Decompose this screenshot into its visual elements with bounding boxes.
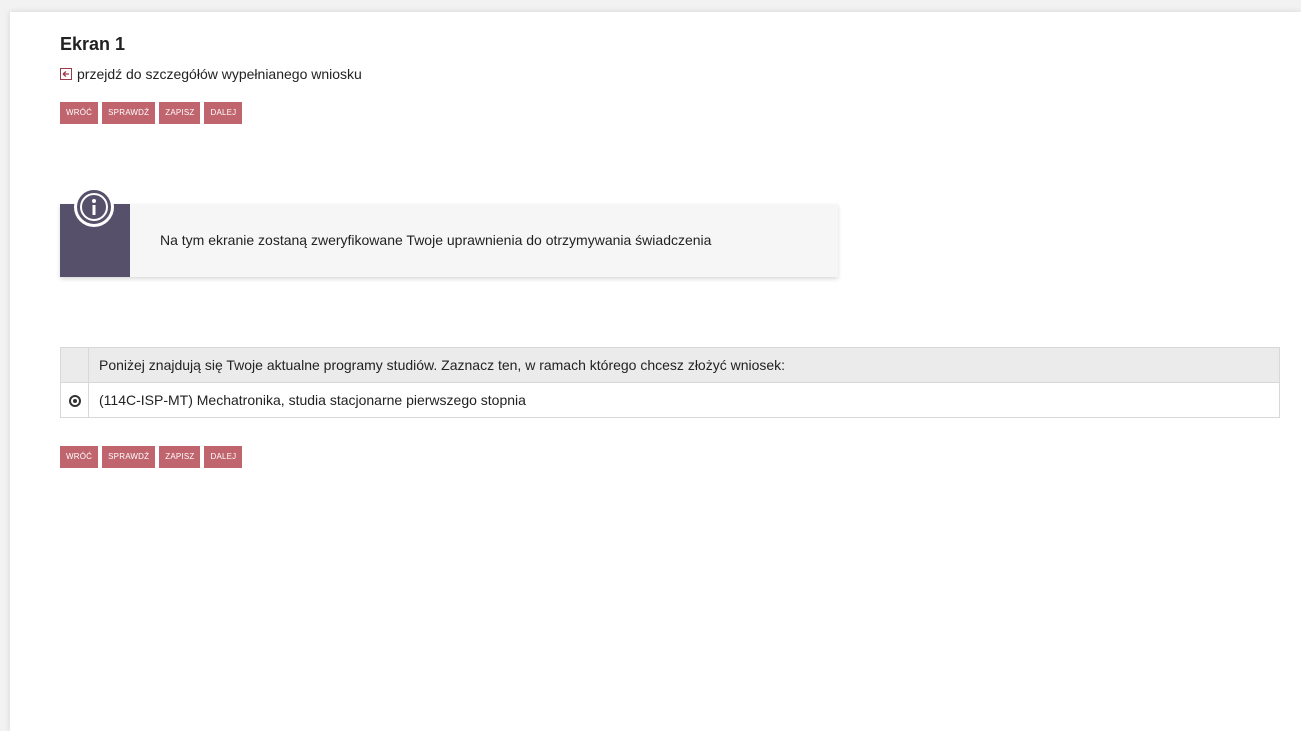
back-button[interactable]: WRÓĆ bbox=[60, 446, 99, 468]
save-button[interactable]: ZAPISZ bbox=[159, 446, 201, 468]
info-icon bbox=[74, 187, 114, 227]
table-row[interactable]: (114C-ISP-MT) Mechatronika, studia stacj… bbox=[60, 382, 1280, 418]
page-frame: Ekran 1 przejdź do szczegółów wypełniane… bbox=[10, 12, 1301, 731]
top-button-row: WRÓĆ SPRAWDŹ ZAPISZ DALEJ bbox=[60, 102, 1290, 124]
check-button[interactable]: SPRAWDŹ bbox=[102, 102, 156, 124]
program-label: (114C-ISP-MT) Mechatronika, studia stacj… bbox=[88, 382, 1280, 418]
details-link[interactable]: przejdź do szczegółów wypełnianego wnios… bbox=[60, 66, 1290, 82]
next-button[interactable]: DALEJ bbox=[204, 446, 243, 468]
radio-cell bbox=[60, 382, 89, 418]
table-header-row: Poniżej znajdują się Twoje aktualne prog… bbox=[60, 347, 1280, 383]
check-button[interactable]: SPRAWDŹ bbox=[102, 446, 156, 468]
programs-header: Poniżej znajdują się Twoje aktualne prog… bbox=[88, 347, 1280, 383]
bottom-button-row: WRÓĆ SPRAWDŹ ZAPISZ DALEJ bbox=[60, 446, 243, 468]
header-empty-cell bbox=[60, 347, 89, 383]
programs-table: Poniżej znajdują się Twoje aktualne prog… bbox=[60, 347, 1280, 418]
details-link-label: przejdź do szczegółów wypełnianego wnios… bbox=[77, 66, 362, 82]
main-content: Ekran 1 przejdź do szczegółów wypełniane… bbox=[60, 32, 1290, 468]
save-button[interactable]: ZAPISZ bbox=[159, 102, 201, 124]
info-box: Na tym ekranie zostaną zweryfikowane Two… bbox=[60, 187, 838, 277]
program-radio[interactable] bbox=[68, 395, 81, 408]
back-button[interactable]: WRÓĆ bbox=[60, 102, 99, 124]
info-message: Na tym ekranie zostaną zweryfikowane Two… bbox=[160, 232, 712, 248]
next-button[interactable]: DALEJ bbox=[204, 102, 243, 124]
page-title: Ekran 1 bbox=[60, 34, 126, 54]
expand-icon bbox=[60, 68, 72, 80]
